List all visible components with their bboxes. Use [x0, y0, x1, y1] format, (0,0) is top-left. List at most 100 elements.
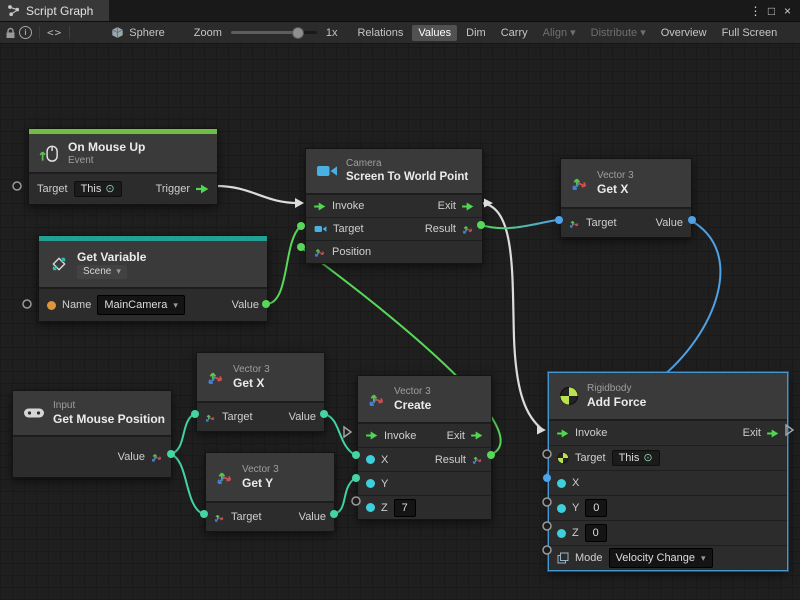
row-invoke-exit: Invoke Exit: [358, 423, 491, 447]
tab-script-graph[interactable]: Script Graph: [0, 0, 109, 21]
zoom-slider-handle[interactable]: [292, 27, 304, 39]
mode-dropdown[interactable]: Velocity Change ▾: [609, 548, 713, 568]
node-category: Vector 3: [394, 386, 431, 397]
relations-button[interactable]: Relations: [351, 25, 409, 41]
target-label: Target: [586, 217, 617, 229]
script-graph-icon: [7, 4, 20, 17]
value-label: Value: [118, 451, 145, 463]
node-category: Rigidbody: [587, 383, 646, 394]
row-target-value: Target Value: [561, 208, 691, 237]
dim-button[interactable]: Dim: [460, 25, 492, 41]
node-add-force[interactable]: Rigidbody Add Force Invoke Exit Target T…: [548, 372, 788, 571]
camera-icon: [316, 163, 338, 179]
invoke-flow-port[interactable]: [314, 202, 326, 211]
name-label: Name: [62, 299, 91, 311]
lock-icon[interactable]: [5, 27, 16, 39]
node-get-x-mouse[interactable]: Vector 3 Get X Target Value: [196, 352, 325, 432]
row-y: Y: [358, 471, 491, 495]
exit-flow-port[interactable]: [471, 431, 483, 440]
node-subtitle: Event: [68, 155, 145, 167]
z-port[interactable]: [557, 529, 566, 538]
exit-label: Exit: [743, 427, 761, 439]
variable-scope-dropdown[interactable]: Scene ▾: [77, 265, 127, 279]
target-label: Target: [231, 511, 262, 523]
invoke-flow-port[interactable]: [557, 429, 569, 438]
zoom-slider-fill: [231, 31, 298, 34]
z-port[interactable]: [366, 503, 375, 512]
rigidbody-type-icon: [557, 452, 569, 464]
node-on-mouse-up[interactable]: On Mouse Up Event Target This ⊙ Trigger: [28, 128, 218, 205]
invoke-flow-port[interactable]: [366, 431, 378, 440]
tab-label: Script Graph: [26, 4, 93, 18]
row-x: X: [549, 470, 787, 495]
x-port[interactable]: [366, 455, 375, 464]
code-preview-icon[interactable]: <>: [47, 26, 62, 39]
camera-type-icon: [314, 224, 327, 234]
info-icon[interactable]: i: [19, 26, 32, 39]
y-port[interactable]: [557, 504, 566, 513]
node-category: Input: [53, 400, 161, 411]
graph-toolbar: i <> Sphere Zoom 1x Relations Values Dim…: [0, 22, 800, 44]
node-category: Camera: [346, 158, 468, 169]
y-label: Y: [572, 502, 579, 514]
distribute-button[interactable]: Distribute ▾: [585, 24, 652, 41]
exit-flow-port[interactable]: [462, 202, 474, 211]
target-label: Target: [37, 183, 68, 195]
vector3-icon: [207, 368, 225, 386]
x-label: X: [572, 477, 579, 489]
node-get-variable[interactable]: Get Variable Scene ▾ Name MainCamera ▾ V…: [38, 235, 268, 322]
node-title: Get X: [233, 376, 270, 390]
node-category: Vector 3: [597, 170, 634, 181]
invoke-label: Invoke: [332, 200, 364, 212]
node-create-vector3[interactable]: Vector 3 Create Invoke Exit X Result Y Z…: [357, 375, 492, 520]
node-title: Get Mouse Position: [53, 412, 161, 426]
row-mode: Mode Velocity Change ▾: [549, 545, 787, 570]
target-label: Target: [222, 411, 253, 423]
name-port[interactable]: [47, 301, 56, 310]
zoom-slider[interactable]: [231, 31, 317, 34]
node-category: Vector 3: [233, 364, 270, 375]
node-get-y-mouse[interactable]: Vector 3 Get Y Target Value: [205, 452, 335, 532]
y-value-field[interactable]: 0: [585, 499, 607, 517]
node-get-mouse-position[interactable]: Input Get Mouse Position Value: [12, 390, 172, 478]
result-label: Result: [435, 454, 466, 466]
node-screen-to-world-point[interactable]: Camera Screen To World Point Invoke Exit…: [305, 148, 483, 264]
align-button[interactable]: Align ▾: [537, 24, 582, 41]
row-z: Z 0: [549, 520, 787, 545]
exit-flow-port[interactable]: [767, 429, 779, 438]
target-this-value: This: [81, 183, 102, 195]
chevron-down-icon: ▾: [116, 266, 121, 277]
x-port[interactable]: [557, 479, 566, 488]
target-this-chip[interactable]: This ⊙: [612, 450, 660, 466]
y-port[interactable]: [366, 479, 375, 488]
z-value-field[interactable]: 0: [585, 524, 607, 542]
window-menu-button[interactable]: ⋮: [748, 1, 763, 21]
node-get-x-world[interactable]: Vector 3 Get X Target Value: [560, 158, 692, 238]
vector3-type-icon: [151, 451, 163, 463]
exit-label: Exit: [438, 200, 456, 212]
vector3-type-icon: [472, 454, 483, 465]
node-title: Create: [394, 398, 431, 412]
values-button[interactable]: Values: [412, 25, 457, 41]
variable-name-dropdown[interactable]: MainCamera ▾: [97, 295, 185, 315]
exit-label: Exit: [447, 430, 465, 442]
self-target-icon: ⊙: [643, 453, 652, 463]
fullscreen-button[interactable]: Full Screen: [716, 25, 784, 41]
graph-context[interactable]: Sphere: [111, 26, 164, 39]
close-button[interactable]: ×: [780, 1, 795, 21]
target-this-chip[interactable]: This ⊙: [74, 181, 122, 197]
overview-button[interactable]: Overview: [655, 25, 713, 41]
maximize-button[interactable]: □: [764, 1, 779, 21]
invoke-label: Invoke: [384, 430, 416, 442]
window-tab-bar: Script Graph ⋮ □ ×: [0, 0, 800, 22]
value-label: Value: [289, 411, 316, 423]
carry-button[interactable]: Carry: [495, 25, 534, 41]
row-target: Target This ⊙: [549, 445, 787, 470]
toolbar-separator: [69, 26, 70, 39]
trigger-flow-port[interactable]: [196, 184, 209, 194]
row-z: Z 7: [358, 495, 491, 519]
vector3-type-icon: [569, 218, 580, 229]
vector3-icon: [571, 174, 589, 192]
node-title: Get X: [597, 182, 634, 196]
z-value-field[interactable]: 7: [394, 499, 416, 517]
